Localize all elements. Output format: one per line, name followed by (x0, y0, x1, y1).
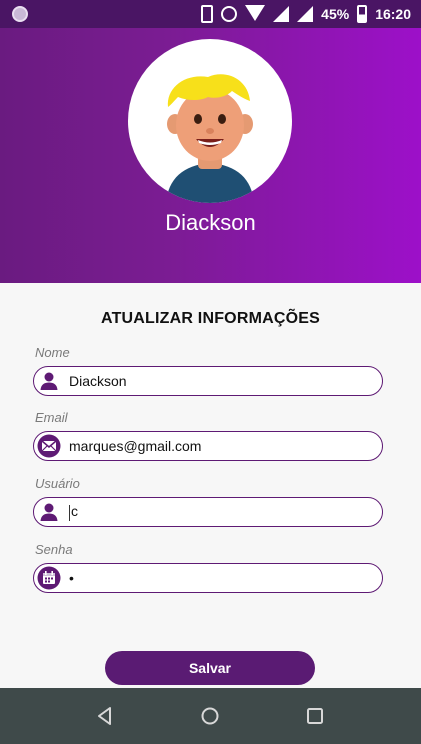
save-button[interactable]: Salvar (105, 651, 315, 685)
name-input[interactable]: Diackson (69, 373, 127, 389)
wifi-icon (245, 5, 266, 21)
name-field[interactable]: Diackson (33, 366, 383, 396)
person-icon (37, 369, 61, 393)
password-field[interactable]: • (33, 563, 383, 593)
field-label-usuario: Usuário (35, 476, 80, 491)
form-title: ATUALIZAR INFORMAÇÕES (101, 310, 320, 327)
text-cursor (69, 504, 70, 521)
field-label-email: Email (35, 410, 68, 425)
field-label-senha: Senha (35, 542, 73, 557)
avatar[interactable] (128, 39, 292, 203)
password-input[interactable]: • (69, 570, 74, 586)
email-input[interactable]: marques@gmail.com (69, 438, 201, 454)
boy-avatar-icon (166, 74, 254, 203)
clock: 16:20 (375, 6, 411, 22)
envelope-icon (37, 434, 61, 458)
home-icon[interactable] (200, 706, 220, 726)
vibrate-icon (201, 5, 214, 23)
navigation-bar (0, 688, 421, 744)
recents-icon[interactable] (305, 706, 325, 726)
app-notification-icon (12, 6, 28, 22)
signal-icon (297, 6, 314, 22)
profile-name: Diackson (165, 210, 256, 235)
field-label-nome: Nome (35, 345, 70, 360)
calendar-icon (37, 566, 61, 590)
username-value: c (71, 503, 78, 520)
battery-charging-icon (357, 5, 368, 23)
username-field[interactable]: c (33, 497, 383, 527)
person-icon (37, 500, 61, 524)
status-bar: 45% 16:20 (0, 0, 421, 28)
profile-header: Diackson (0, 28, 421, 283)
email-field[interactable]: marques@gmail.com (33, 431, 383, 461)
alarm-icon (221, 6, 238, 22)
status-icons: 45% 16:20 (201, 0, 411, 28)
signal-icon (273, 6, 290, 22)
back-icon[interactable] (95, 706, 115, 726)
username-input[interactable]: c (69, 503, 78, 521)
battery-percent: 45% (321, 6, 350, 22)
